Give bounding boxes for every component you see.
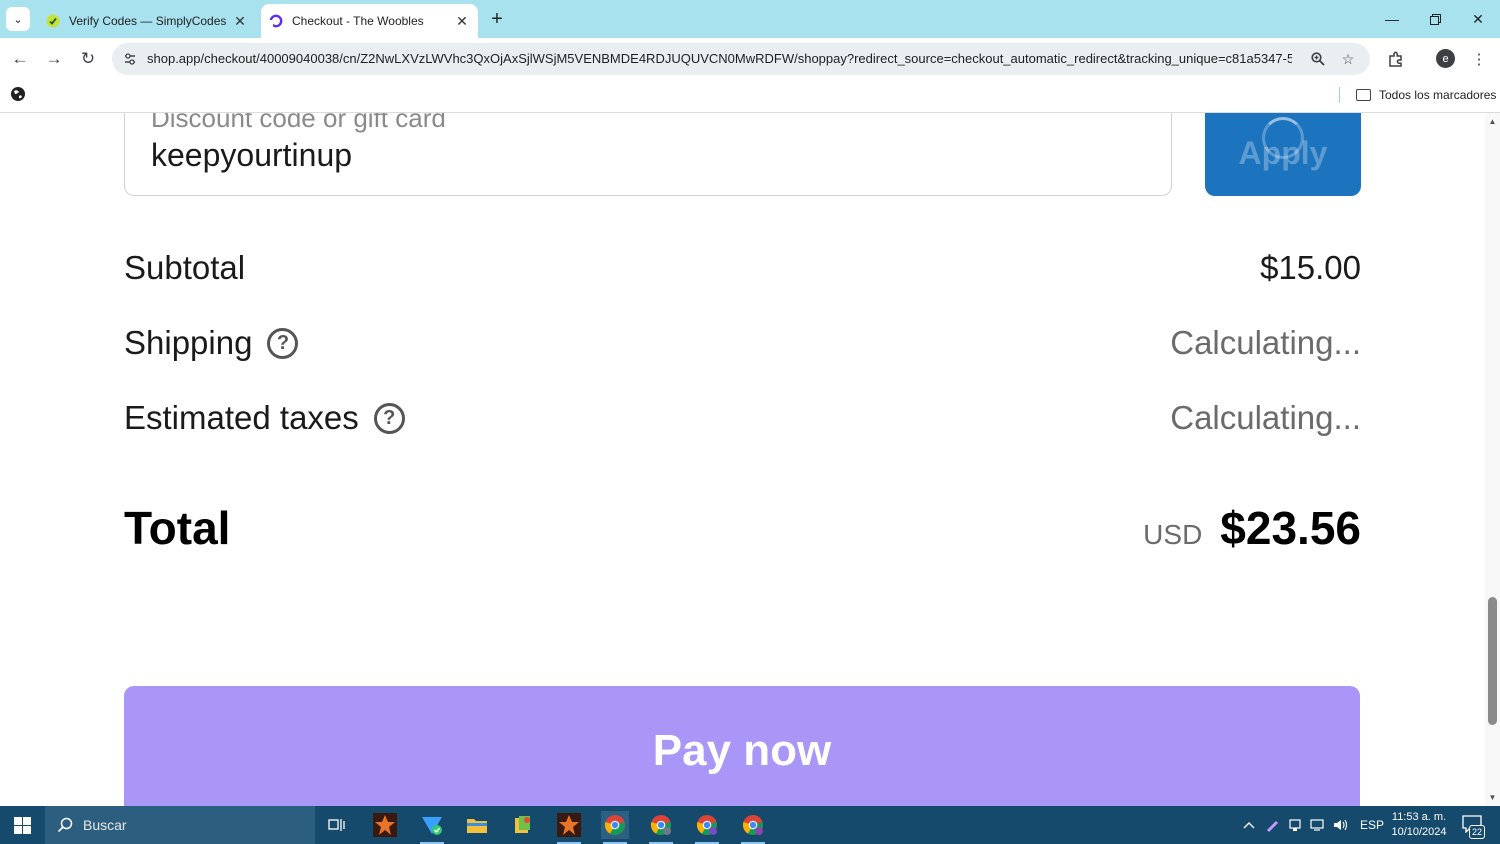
taskbar-clock[interactable]: 11:53 a. m. 10/10/2024	[1388, 810, 1450, 840]
forward-arrow-icon[interactable]: →	[42, 47, 66, 71]
taxes-help-icon[interactable]: ?	[373, 402, 405, 434]
discount-field-value[interactable]: keepyourtinup	[151, 137, 352, 174]
pen-icon[interactable]	[1265, 806, 1279, 844]
new-tab-plus-icon[interactable]: +	[486, 9, 508, 31]
subtotal-label: Subtotal	[124, 249, 246, 286]
subtotal-value: $15.00	[1260, 249, 1361, 286]
clock-date: 10/10/2024	[1391, 826, 1447, 838]
scroll-thumb[interactable]	[1488, 597, 1497, 725]
taxes-row: Estimated taxes ? Calculating...	[124, 399, 1361, 437]
taskbar-search[interactable]: Buscar	[45, 806, 315, 844]
shipping-value: Calculating...	[1170, 324, 1361, 361]
shipping-label: Shipping	[124, 324, 253, 361]
photos-app-icon[interactable]	[509, 811, 537, 839]
page-viewport: Discount code or gift card keepyourtinup…	[0, 113, 1500, 806]
zoom-icon[interactable]	[1308, 49, 1328, 69]
pay-now-label: Pay now	[652, 726, 832, 775]
page-scrollbar[interactable]: ▲ ▼	[1485, 113, 1500, 806]
simplycodes-favicon-icon	[46, 14, 60, 28]
folder-icon	[1356, 89, 1371, 101]
game-app-icon[interactable]	[371, 811, 399, 839]
browser-toolbar: ← → ↻ shop.app/checkout/40009040038/cn/Z…	[0, 38, 1500, 80]
extensions-puzzle-icon[interactable]	[1385, 48, 1407, 70]
tab-checkout[interactable]: Checkout - The Woobles ✕	[261, 4, 478, 38]
shipping-help-icon[interactable]: ?	[267, 327, 299, 359]
taxes-label: Estimated taxes	[124, 399, 359, 436]
subtotal-row: Subtotal $15.00	[124, 249, 1361, 287]
bookmarks-separator	[1339, 87, 1340, 103]
volume-icon[interactable]	[1333, 806, 1349, 844]
taxes-label-group: Estimated taxes ?	[124, 399, 405, 437]
shop-favicon-icon	[269, 14, 283, 28]
tab-title: Verify Codes — SimplyCodes	[69, 14, 227, 28]
total-row: Total USD $23.56	[124, 501, 1361, 555]
taxes-value: Calculating...	[1170, 399, 1361, 436]
reload-icon[interactable]: ↻	[76, 47, 100, 71]
close-window-icon[interactable]: ✕	[1463, 6, 1493, 32]
more-menu-icon[interactable]: ⋮	[1468, 48, 1490, 70]
tab-strip: ⌄ Verify Codes — SimplyCodes ✕ Checkout …	[0, 0, 1500, 38]
chrome-profile-3-icon[interactable]	[693, 811, 721, 844]
total-label: Total	[124, 502, 231, 554]
windows-logo-icon	[13, 816, 31, 834]
search-icon	[57, 817, 73, 833]
apply-button[interactable]: Apply	[1205, 113, 1361, 196]
bookmarks-bar: Todos los marcadores	[0, 80, 1500, 113]
task-view-icon[interactable]	[323, 811, 351, 839]
url-text[interactable]: shop.app/checkout/40009040038/cn/Z2NwLXV…	[147, 51, 1292, 66]
device-icon[interactable]	[1288, 806, 1302, 844]
bookmark-star-icon[interactable]: ☆	[1338, 49, 1358, 69]
start-button[interactable]	[0, 806, 44, 844]
pay-now-button[interactable]: Pay now	[124, 686, 1360, 806]
discount-field-label: Discount code or gift card	[151, 113, 446, 133]
game-app-2-icon[interactable]	[555, 811, 583, 844]
network-icon[interactable]	[1310, 806, 1326, 844]
total-amount: $23.56	[1220, 502, 1361, 554]
total-currency: USD	[1143, 519, 1203, 550]
tab-simplycodes[interactable]: Verify Codes — SimplyCodes ✕	[38, 4, 256, 38]
scroll-down-icon[interactable]: ▼	[1488, 793, 1497, 802]
show-hidden-icons-chevron-icon[interactable]	[1243, 806, 1255, 844]
site-info-icon[interactable]	[122, 51, 138, 67]
loading-spinner-icon	[1262, 117, 1304, 159]
all-bookmarks-button[interactable]: Todos los marcadores	[1356, 86, 1496, 104]
scroll-up-icon[interactable]: ▲	[1488, 117, 1497, 126]
taskbar-search-placeholder: Buscar	[83, 817, 127, 833]
minimize-icon[interactable]: —	[1377, 6, 1407, 32]
back-arrow-icon[interactable]: ←	[8, 47, 32, 71]
clock-time: 11:53 a. m.	[1391, 811, 1447, 823]
chrome-icon[interactable]	[601, 811, 629, 844]
profile-avatar[interactable]: e	[1436, 49, 1455, 68]
language-indicator[interactable]: ESP	[1360, 806, 1384, 844]
chrome-profile-2-icon[interactable]	[647, 811, 675, 844]
total-amount-group: USD $23.56	[1143, 501, 1361, 555]
tab-title: Checkout - The Woobles	[292, 14, 424, 28]
address-bar[interactable]: shop.app/checkout/40009040038/cn/Z2NwLXV…	[112, 43, 1370, 75]
shipping-row: Shipping ? Calculating...	[124, 324, 1361, 362]
notification-count-badge: 22	[1469, 825, 1485, 839]
bookmark-globe-icon[interactable]	[10, 86, 28, 104]
tab-close-icon[interactable]: ✕	[230, 11, 250, 31]
tab-search-chevron-icon[interactable]: ⌄	[6, 7, 30, 31]
restore-icon[interactable]	[1420, 6, 1450, 32]
shipping-label-group: Shipping ?	[124, 324, 299, 362]
chrome-profile-4-icon[interactable]	[739, 811, 767, 844]
tab-close-icon[interactable]: ✕	[452, 11, 472, 31]
file-explorer-icon[interactable]	[463, 811, 491, 839]
discount-code-field[interactable]: Discount code or gift card keepyourtinup	[124, 113, 1172, 196]
vpn-app-icon[interactable]	[418, 811, 446, 844]
all-bookmarks-label: Todos los marcadores	[1379, 88, 1497, 102]
windows-taskbar: Buscar ESP 11:53 a. m. 10/10/2024 22	[0, 806, 1500, 844]
